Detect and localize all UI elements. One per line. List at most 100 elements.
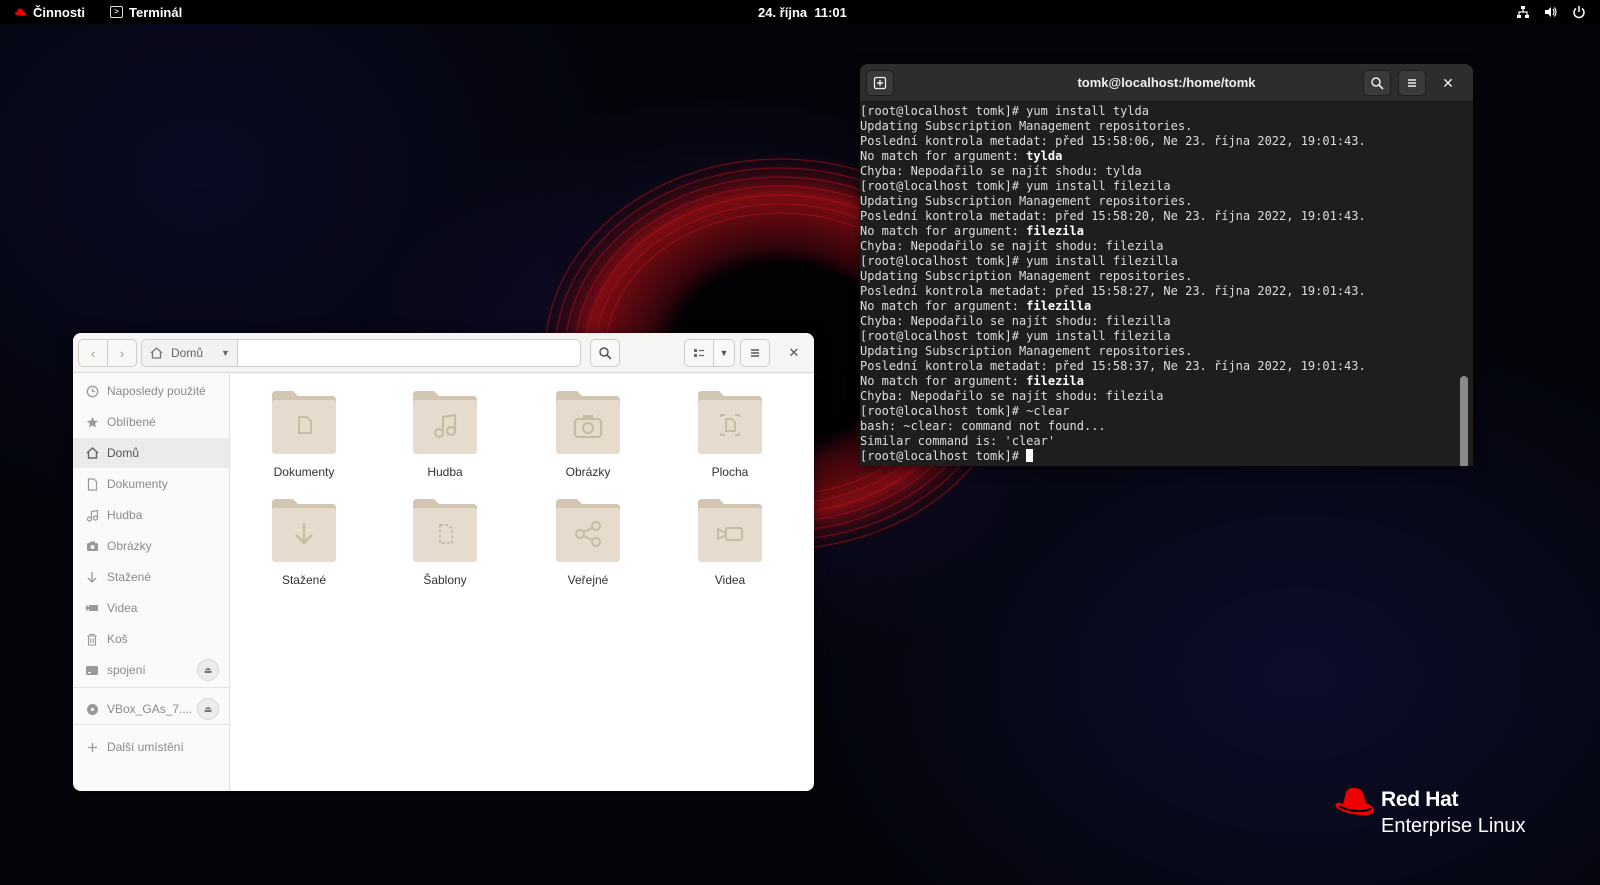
forward-button[interactable]: › — [107, 339, 137, 367]
folder-icon — [413, 499, 477, 562]
folder-icon — [698, 499, 762, 562]
terminal-line: Poslední kontrola metadat: před 15:58:27… — [860, 284, 1460, 299]
new-tab-button[interactable] — [866, 70, 894, 96]
sidebar-item-label: Oblíbené — [107, 415, 156, 429]
terminal-window[interactable]: tomk@localhost:/home/tomk ✕ [root@localh… — [860, 64, 1473, 466]
terminal-line: [root@localhost tomk]# yum install filez… — [860, 329, 1460, 344]
terminal-line: Updating Subscription Management reposit… — [860, 119, 1460, 134]
terminal-line: [root@localhost tomk]# yum install filez… — [860, 179, 1460, 194]
terminal-headerbar[interactable]: tomk@localhost:/home/tomk ✕ — [860, 64, 1473, 102]
terminal-line-text: Chyba: Nepodařilo se najít shodu: filezi… — [860, 314, 1171, 328]
terminal-line-text: No match for argument: — [860, 149, 1027, 163]
terminal-line: Updating Subscription Management reposit… — [860, 194, 1460, 209]
sidebar-item[interactable]: Koš — [73, 624, 229, 654]
terminal-line-text: Chyba: Nepodařilo se najít shodu: filezi… — [860, 389, 1164, 403]
terminal-line: Poslední kontrola metadat: před 15:58:06… — [860, 134, 1460, 149]
terminal-line-text: bash: ~clear: command not found... — [860, 419, 1106, 433]
sidebar-item[interactable]: Další umístění — [73, 732, 229, 762]
sidebar-item-label: Další umístění — [107, 740, 184, 754]
sidebar-item-label: Koš — [107, 632, 128, 646]
folder-item[interactable]: Dokumenty — [249, 389, 359, 489]
folder-item[interactable]: Hudba — [390, 389, 500, 489]
chevron-left-icon: ‹ — [90, 345, 96, 361]
hamburger-menu-icon — [751, 349, 759, 357]
view-options-dropdown[interactable]: ▼ — [713, 339, 735, 367]
files-headerbar[interactable]: ‹ › Domů ▼ ▼ ✕ — [73, 333, 814, 373]
system-tray[interactable] — [1516, 0, 1586, 24]
folder-label: Hudba — [427, 465, 463, 479]
terminal-prompt-line[interactable]: [root@localhost tomk]# — [860, 449, 1460, 464]
terminal-search-button[interactable] — [1363, 70, 1391, 96]
terminal-menu-button[interactable] — [1398, 70, 1426, 96]
folder-label: Plocha — [711, 465, 749, 479]
terminal-title: tomk@localhost:/home/tomk — [1077, 75, 1256, 90]
sidebar-item[interactable]: Oblíbené — [73, 407, 229, 437]
clock-icon — [85, 384, 99, 398]
terminal-scrollbar[interactable] — [1460, 104, 1468, 466]
terminal-line-text: Chyba: Nepodařilo se najít shodu: tylda — [860, 164, 1142, 178]
top-bar: Činnosti > Terminál 24. října 11:01 — [0, 0, 1600, 24]
path-home-button[interactable]: Domů ▼ — [142, 340, 238, 366]
sidebar-item[interactable]: spojení ⏏ — [73, 655, 229, 685]
terminal-close-button[interactable]: ✕ — [1434, 70, 1462, 96]
sidebar-item[interactable]: Obrázky — [73, 531, 229, 561]
eject-button[interactable]: ⏏ — [197, 698, 219, 720]
sidebar-item-label: Videa — [107, 601, 138, 615]
sidebar-item[interactable]: Domů — [73, 438, 229, 468]
folder-label: Videa — [714, 573, 746, 587]
folder-item[interactable]: Stažené — [249, 497, 359, 597]
activities-button[interactable]: Činnosti — [14, 0, 85, 24]
sidebar-item[interactable]: Hudba — [73, 500, 229, 530]
path-bar[interactable]: Domů ▼ — [141, 339, 581, 367]
folder-icon — [556, 391, 620, 454]
files-content-area[interactable]: Dokumenty Hudba Obrázky Plocha Stažené Šablon… — [231, 373, 814, 791]
sidebar-item-label: Dokumenty — [107, 477, 168, 491]
folder-item[interactable]: Obrázky — [533, 389, 643, 489]
sidebar-item-label: Domů — [107, 446, 140, 460]
terminal-output[interactable]: [root@localhost tomk]# yum install tylda… — [860, 102, 1460, 466]
eject-button[interactable]: ⏏ — [197, 659, 219, 681]
star-icon — [85, 415, 99, 429]
folder-label: Obrázky — [565, 465, 611, 479]
terminal-prompt: [root@localhost tomk]# — [860, 449, 1027, 463]
terminal-line: Poslední kontrola metadat: před 15:58:37… — [860, 359, 1460, 374]
download-icon — [85, 570, 99, 584]
folder-item[interactable]: Plocha — [675, 389, 785, 489]
terminal-line-text: Poslední kontrola metadat: před 15:58:37… — [860, 359, 1366, 373]
files-close-button[interactable]: ✕ — [781, 339, 807, 367]
terminal-line-text: Similar command is: 'clear' — [860, 434, 1056, 448]
sidebar-item[interactable]: Naposledy použité — [73, 376, 229, 406]
files-window[interactable]: ‹ › Domů ▼ ▼ ✕ Naposledy použité Oblíben… — [73, 333, 814, 791]
sidebar-item[interactable]: Dokumenty — [73, 469, 229, 499]
terminal-line: Chyba: Nepodařilo se najít shodu: tylda — [860, 164, 1460, 179]
clock[interactable]: 24. října 11:01 — [758, 0, 847, 24]
activities-label: Činnosti — [33, 4, 85, 20]
folder-item[interactable]: Šablony — [390, 497, 500, 597]
terminal-icon: > — [110, 6, 123, 18]
back-button[interactable]: ‹ — [78, 339, 108, 367]
scrollbar-thumb[interactable] — [1460, 376, 1468, 466]
terminal-line-text: Updating Subscription Management reposit… — [860, 269, 1193, 283]
files-search-button[interactable] — [590, 339, 620, 367]
sidebar-item-label: VBox_GAs_7.... — [107, 702, 193, 716]
sidebar-item[interactable]: VBox_GAs_7.... ⏏ — [73, 694, 229, 724]
folder-item[interactable]: Videa — [675, 497, 785, 597]
terminal-line-text: [root@localhost tomk]# yum install filez… — [860, 254, 1178, 268]
app-menu-button[interactable]: > Terminál — [110, 0, 182, 24]
terminal-line: No match for argument: filezila — [860, 374, 1460, 389]
terminal-line-highlight: filezila — [1026, 374, 1084, 388]
terminal-line: Updating Subscription Management reposit… — [860, 344, 1460, 359]
terminal-line: Updating Subscription Management reposit… — [860, 269, 1460, 284]
sidebar-item[interactable]: Videa — [73, 593, 229, 623]
disc-icon — [85, 702, 99, 716]
folder-icon — [698, 391, 762, 454]
terminal-line-highlight: tylda — [1026, 149, 1063, 163]
music-icon — [85, 508, 99, 522]
folder-item[interactable]: Veřejné — [533, 497, 643, 597]
chevron-right-icon: › — [119, 345, 125, 361]
terminal-line-text: [root@localhost tomk]# yum install filez… — [860, 329, 1171, 343]
files-menu-button[interactable] — [740, 339, 770, 367]
terminal-line: Chyba: Nepodařilo se najít shodu: filezi… — [860, 239, 1460, 254]
sidebar-item[interactable]: Stažené — [73, 562, 229, 592]
view-mode-button[interactable] — [684, 339, 714, 367]
